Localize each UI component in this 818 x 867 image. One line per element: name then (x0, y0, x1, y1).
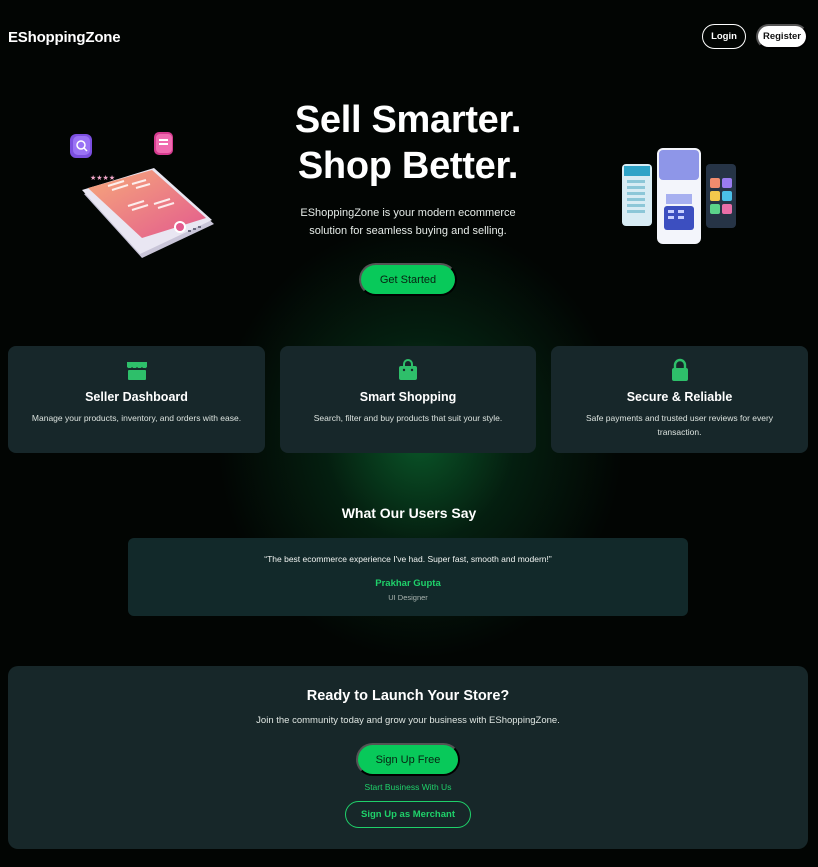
feature-title: Secure & Reliable (626, 390, 733, 404)
testimonials-heading: What Our Users Say (341, 505, 477, 521)
cta-title: Ready to Launch Your Store? (306, 688, 510, 704)
feature-description: Manage your products, inventory, and ord… (31, 413, 242, 423)
sign-up-free-button[interactable]: Sign Up Free (356, 743, 460, 776)
testimonial-author: Prakhar Gupta (375, 578, 441, 589)
feature-description: Safe payments and trusted user reviews f… (585, 413, 774, 437)
cta-description: Join the community today and grow your b… (256, 715, 560, 726)
testimonial-card: “The best ecommerce experience I've had.… (128, 538, 688, 616)
register-button[interactable]: Register (756, 24, 808, 49)
testimonial-role: UI Designer (388, 593, 428, 602)
shopping-bag-icon (399, 359, 417, 380)
navbar: EShoppingZone Login Register (0, 0, 818, 75)
feature-description: Search, filter and buy products that sui… (313, 413, 503, 423)
feature-card-secure-reliable: Secure & Reliable Safe payments and trus… (551, 346, 808, 453)
lock-icon (671, 358, 688, 381)
get-started-button[interactable]: Get Started (359, 263, 457, 296)
sign-up-merchant-button[interactable]: Sign Up as Merchant (345, 801, 471, 828)
feature-card-smart-shopping: Smart Shopping Search, filter and buy pr… (280, 346, 536, 453)
hero-title-line1: Sell Smarter. (294, 99, 522, 141)
start-business-link[interactable]: Start Business With Us (8, 782, 808, 792)
svg-text:★★★★: ★★★★ (90, 174, 115, 182)
hero-description: EShoppingZone is your modern ecommerce s… (300, 207, 516, 237)
chat-bubble-icon (154, 132, 173, 155)
store-icon (126, 362, 147, 380)
login-button[interactable]: Login (702, 24, 746, 49)
brand-logo[interactable]: EShoppingZone (8, 29, 121, 46)
hero-title: Sell Smarter. Shop Better. (260, 97, 556, 189)
feature-title: Smart Shopping (359, 390, 457, 404)
feature-card-seller-dashboard: Seller Dashboard Manage your products, i… (8, 346, 265, 453)
testimonial-quote: “The best ecommerce experience I've had.… (264, 554, 552, 564)
search-bubble-icon (70, 134, 92, 158)
phone-illustration-left: ★★★★ (62, 124, 232, 264)
phones-illustration-right (620, 146, 740, 246)
feature-title: Seller Dashboard (85, 390, 188, 404)
cta-section: Ready to Launch Your Store? Join the com… (8, 666, 808, 849)
hero-title-line2: Shop Better. (297, 145, 519, 187)
